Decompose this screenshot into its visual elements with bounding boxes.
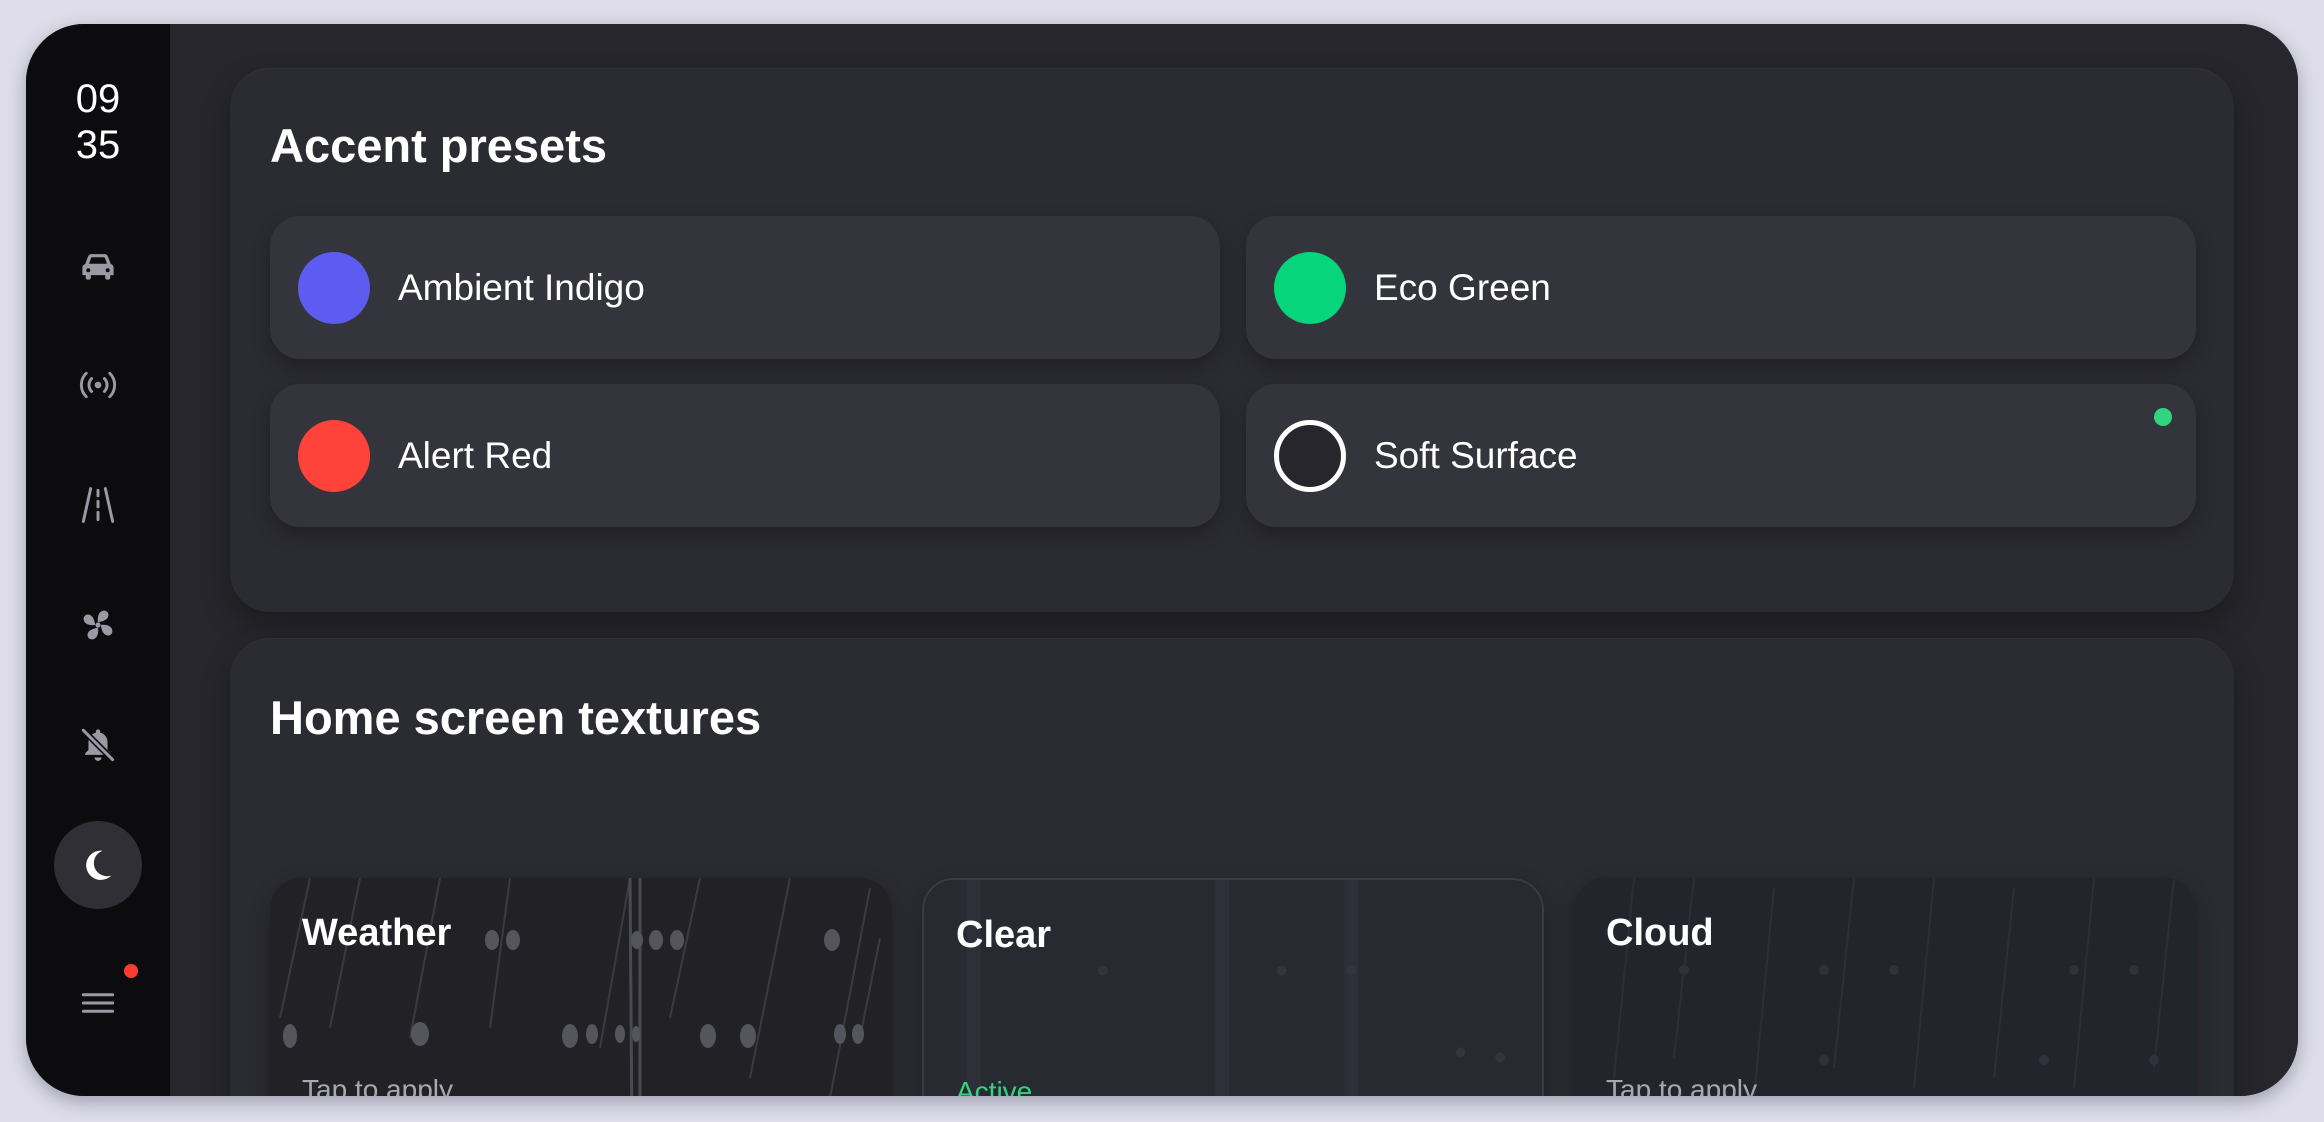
- texture-status: Tap to apply: [302, 1074, 453, 1096]
- texture-status: Tap to apply: [1606, 1074, 1757, 1096]
- clear-texture-graphic: [924, 880, 1542, 1096]
- swatch-circle: [298, 252, 370, 324]
- texture-name: Cloud: [1606, 912, 1714, 954]
- rail-button-display-theme[interactable]: [54, 821, 142, 909]
- moon-icon: [86, 850, 112, 880]
- swatch-circle: [298, 420, 370, 492]
- preset-soft-surface[interactable]: Soft Surface: [1246, 384, 2196, 527]
- texture-name: Weather: [302, 912, 452, 954]
- rail-button-notifications[interactable]: [54, 701, 142, 789]
- road-icon: [81, 487, 115, 523]
- rail-button-climate[interactable]: [54, 581, 142, 669]
- texture-weather[interactable]: Weather Tap to apply: [270, 878, 892, 1096]
- texture-name: Clear: [956, 914, 1052, 956]
- clock-hour: 09: [75, 77, 121, 121]
- notification-dot: [124, 964, 138, 978]
- preset-eco-green[interactable]: Eco Green: [1246, 216, 2196, 359]
- rail-button-road[interactable]: [54, 461, 142, 549]
- preset-label: Soft Surface: [1374, 435, 1578, 476]
- accent-presets-title: Accent presets: [270, 119, 607, 172]
- car-icon: [82, 254, 114, 280]
- broadcast-icon: [79, 371, 117, 399]
- clock: 09 35: [26, 76, 170, 168]
- texture-cloud[interactable]: Cloud Tap to apply: [1574, 878, 2196, 1096]
- swatch-circle: [1274, 252, 1346, 324]
- rail-button-connectivity[interactable]: [54, 341, 142, 429]
- side-rail: 09 35: [26, 24, 170, 1096]
- preset-label: Alert Red: [398, 435, 553, 476]
- rain-texture-graphic: [270, 878, 892, 1096]
- device-screen: 09 35 Accent presets Ambient Indigo Eco …: [26, 24, 2298, 1096]
- texture-clear[interactable]: Clear Active: [922, 878, 1544, 1096]
- texture-status: Active: [956, 1076, 1033, 1096]
- preset-ambient-indigo[interactable]: Ambient Indigo: [270, 216, 1220, 359]
- swatch-circle: [1274, 420, 1346, 492]
- fan-icon: [83, 610, 113, 640]
- textures-title: Home screen textures: [270, 691, 762, 744]
- textures-card: Home screen textures Weather Tap to appl…: [230, 638, 2234, 1096]
- preset-label: Eco Green: [1374, 267, 1551, 308]
- menu-icon: [81, 993, 115, 1013]
- preset-label: Ambient Indigo: [398, 267, 645, 308]
- selected-indicator: [2154, 408, 2172, 426]
- clock-minute: 35: [75, 123, 121, 167]
- preset-alert-red[interactable]: Alert Red: [270, 384, 1220, 527]
- cloud-texture-graphic: [1574, 878, 2196, 1096]
- rail-button-vehicle[interactable]: [54, 222, 142, 310]
- bell-off-icon: [80, 727, 116, 763]
- settings-content[interactable]: Accent presets Ambient Indigo Eco Green …: [170, 24, 2298, 1096]
- accent-presets-card: Accent presets Ambient Indigo Eco Green …: [230, 68, 2234, 612]
